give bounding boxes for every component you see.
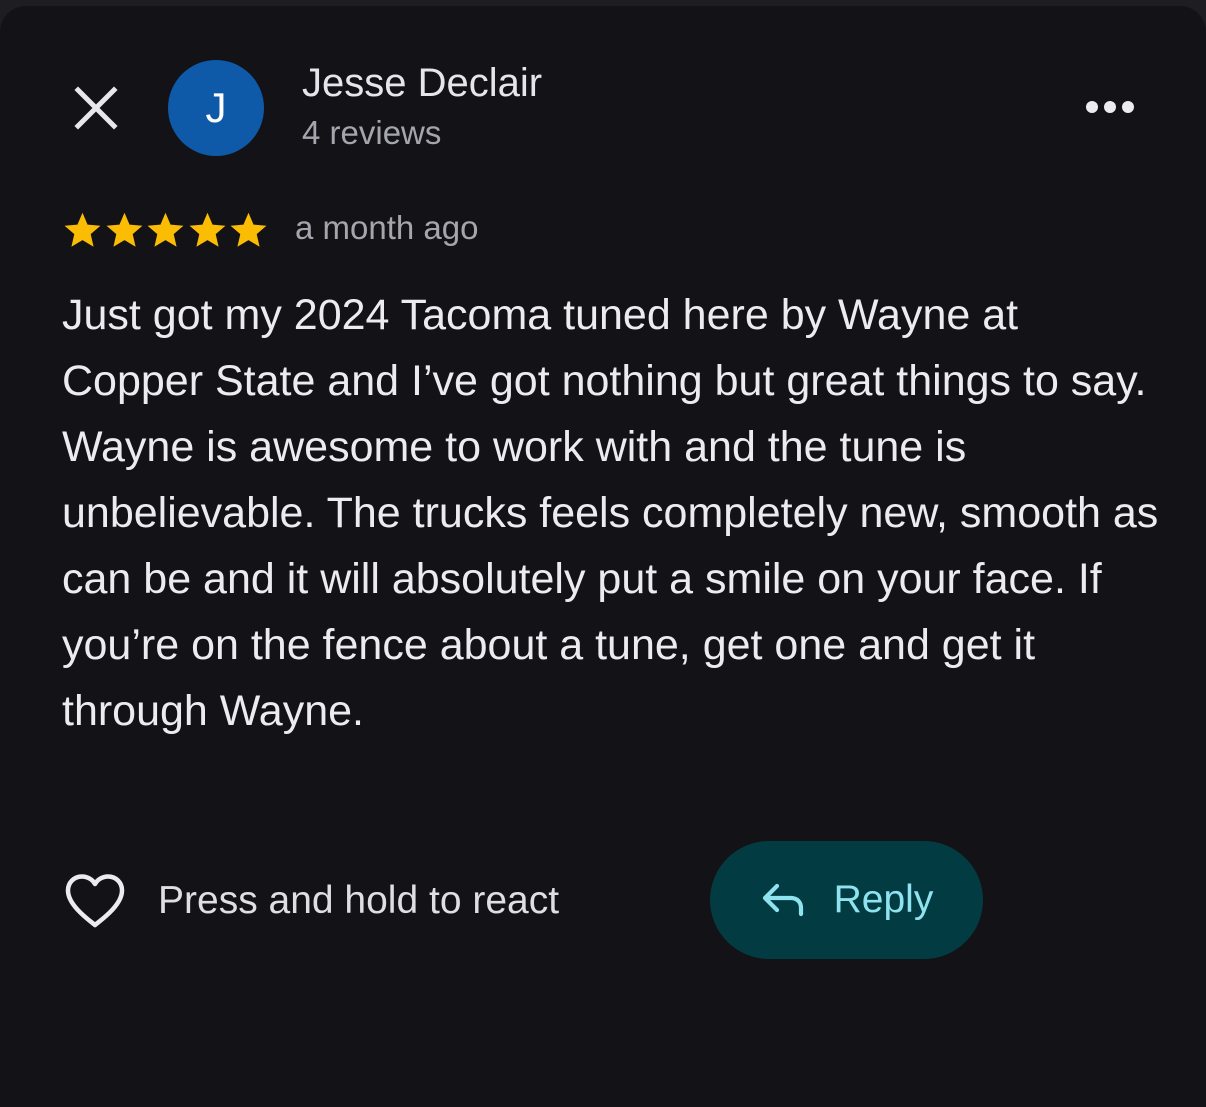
close-button[interactable] <box>66 78 126 138</box>
star-icon <box>147 212 184 247</box>
star-rating <box>62 207 270 253</box>
more-options-button[interactable] <box>1074 84 1146 130</box>
reviewer-review-count: 4 reviews <box>302 114 442 151</box>
star-icon <box>106 212 142 247</box>
star-icon <box>189 212 225 247</box>
avatar-initial: J <box>205 84 227 131</box>
react-button[interactable]: Press and hold to react <box>62 868 559 934</box>
avatar[interactable]: J <box>168 60 264 156</box>
reply-button[interactable]: Reply <box>710 841 983 959</box>
review-text: Just got my 2024 Tacoma tuned here by Wa… <box>62 291 1159 735</box>
heart-outline-icon <box>62 868 128 934</box>
star-icon <box>230 212 267 247</box>
star-icon <box>64 212 101 247</box>
more-horizontal-icon <box>1086 101 1134 113</box>
review-sheet: J Jesse Declair 4 reviews a month ago Ju… <box>0 6 1206 1107</box>
reviewer-name[interactable]: Jesse Declair <box>302 61 542 106</box>
reply-label: Reply <box>833 878 934 921</box>
close-icon <box>74 86 118 130</box>
react-label: Press and hold to react <box>158 879 560 922</box>
reply-arrow-icon <box>760 877 806 923</box>
review-time: a month ago <box>295 209 479 246</box>
